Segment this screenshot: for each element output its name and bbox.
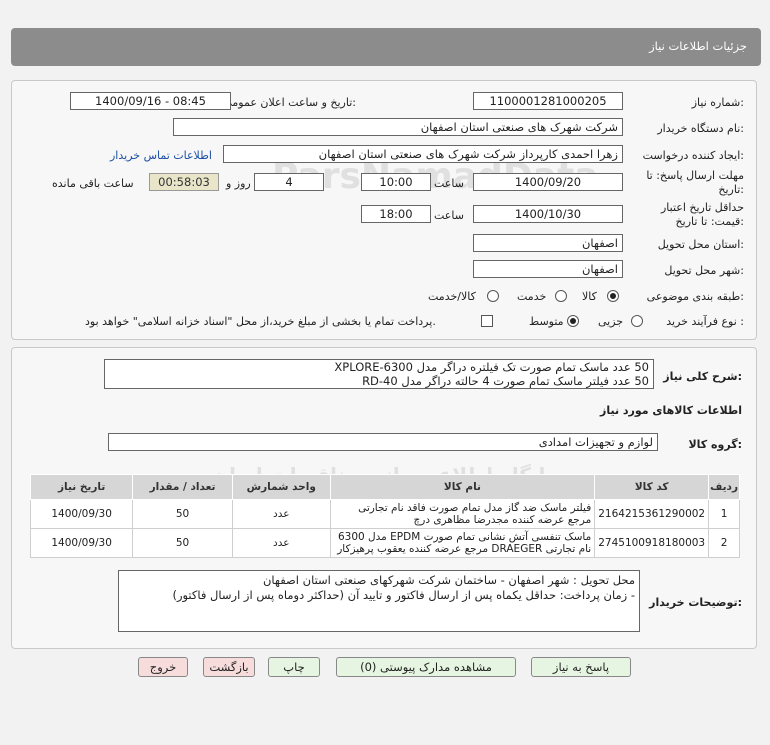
category-label: طبقه بندی موضوعی: (646, 290, 744, 303)
payment-note: پرداخت تمام یا بخشی از مبلغ خرید،از محل … (85, 315, 436, 328)
announce-label: تاریخ و ساعت اعلان عمومی: (223, 96, 356, 109)
cell-date: 1400/09/30 (29, 499, 134, 529)
cell-unit: عدد (231, 499, 331, 529)
buyer-org-label: نام دستگاه خریدار: (657, 122, 744, 135)
remaining-timer: 00:58:03 (149, 173, 219, 191)
creator-label: ایجاد کننده درخواست: (642, 149, 744, 162)
cell-idx: 1 (708, 499, 740, 529)
process-radio-medium[interactable] (567, 315, 579, 327)
page-header: جزئیات اطلاعات نیاز (11, 28, 761, 66)
summary-line-1: 50 عدد ماسک تمام صورت تک فیلتره دراگر مد… (334, 360, 649, 374)
attachments-button[interactable]: مشاهده مدارک پیوستی (0) (336, 657, 516, 677)
col-header-code: کد کالا (594, 474, 710, 500)
summary-line-2: 50 عدد فیلتر ماسک تمام صورت 4 حالته دراگ… (362, 374, 649, 388)
goods-table: ردیف کد کالا نام کالا واحد شمارش تعداد /… (29, 474, 740, 558)
remaining-label: ساعت باقی مانده (52, 177, 134, 190)
buyer-notes-line-1: محل تحویل : شهر اصفهان - ساختمان شرکت شه… (262, 573, 635, 587)
validity-date-field: 1400/10/30 (473, 205, 623, 223)
buyer-notes-line-2: - زمان پرداخت: حداقل یکماه پس از ارسال ف… (172, 588, 635, 602)
treasury-payment-checkbox[interactable] (481, 315, 493, 327)
goods-info-title: اطلاعات کالاهای مورد نیاز (600, 404, 742, 417)
col-header-unit: واحد شمارش (231, 474, 331, 500)
table-row[interactable]: 1 2164215361290002 فیلتر ماسک ضد گاز مدل… (29, 499, 740, 529)
reply-button[interactable]: پاسخ به نیاز (531, 657, 631, 677)
goods-group-label: گروه کالا: (688, 438, 742, 451)
col-header-qty: تعداد / مقدار (132, 474, 233, 500)
validity-label-1: حداقل تاریخ اعتبار (660, 201, 744, 214)
validity-time-label: ساعت (434, 209, 464, 222)
cell-code: 2164215361290002 (594, 499, 710, 529)
table-row[interactable]: 2 2745100918180003 ماسک تنفسی آتش نشانی … (29, 528, 740, 558)
process-option-medium: متوسط (529, 315, 564, 328)
category-option-goods: کالا (582, 290, 597, 303)
validity-time-field: 18:00 (361, 205, 431, 223)
process-label: نوع فرآیند خرید : (666, 315, 744, 328)
province-label: استان محل تحویل: (657, 238, 744, 251)
summary-label: شرح کلی نیاز: (663, 370, 742, 383)
cell-name: فیلتر ماسک ضد گاز مدل تمام صورت فاقد نام… (329, 499, 596, 529)
days-label: روز و (226, 177, 251, 190)
page-title: جزئیات اطلاعات نیاز (649, 39, 747, 53)
deadline-time-field: 10:00 (361, 173, 431, 191)
buyer-org-field: شرکت شهرک های صنعتی استان اصفهان (173, 118, 623, 136)
col-header-name: نام کالا (329, 474, 596, 500)
buyer-notes-box: محل تحویل : شهر اصفهان - ساختمان شرکت شه… (118, 570, 640, 632)
need-number-label: شماره نیاز: (691, 96, 744, 109)
category-option-service: خدمت (517, 290, 547, 303)
cell-unit: عدد (231, 528, 331, 558)
cell-name: ماسک تنفسی آتش نشانی تمام صورت EPDM مدل … (329, 528, 596, 558)
info-panel: ParsNamadData شماره نیاز: 11000012810002… (11, 80, 757, 340)
process-radio-minor[interactable] (631, 315, 643, 327)
table-header-row: ردیف کد کالا نام کالا واحد شمارش تعداد /… (29, 474, 740, 500)
back-button[interactable]: بازگشت (203, 657, 255, 677)
category-radio-service[interactable] (555, 290, 567, 302)
category-radio-goods[interactable] (607, 290, 619, 302)
days-field: 4 (254, 173, 324, 191)
col-header-idx: ردیف (708, 474, 740, 500)
col-header-date: تاریخ نیاز (29, 474, 134, 500)
contact-buyer-link[interactable]: اطلاعات تماس خریدار (110, 149, 212, 162)
exit-button[interactable]: خروج (138, 657, 188, 677)
deadline-time-label: ساعت (434, 177, 464, 190)
need-number-field: 1100001281000205 (473, 92, 623, 110)
process-option-minor: جزیی (598, 315, 624, 328)
cell-qty: 50 (132, 528, 233, 558)
city-field: اصفهان (473, 260, 623, 278)
summary-box: 50 عدد ماسک تمام صورت تک فیلتره دراگر مد… (104, 359, 654, 389)
cell-qty: 50 (132, 499, 233, 529)
creator-field: زهرا احمدی کارپرداز شرکت شهرک های صنعتی … (223, 145, 623, 163)
province-field: اصفهان (473, 234, 623, 252)
cell-idx: 2 (708, 528, 740, 558)
deadline-label-1: مهلت ارسال پاسخ: تا (646, 169, 744, 182)
cell-date: 1400/09/30 (29, 528, 134, 558)
announce-field: 1400/09/16 - 08:45 (70, 92, 231, 110)
buyer-notes-label: توضیحات خریدار: (649, 596, 742, 609)
deadline-date-field: 1400/09/20 (473, 173, 623, 191)
category-option-both: کالا/خدمت (428, 290, 476, 303)
validity-label-2: قیمت: تا تاریخ: (675, 215, 744, 228)
cell-code: 2745100918180003 (594, 528, 710, 558)
deadline-label-2: تاریخ: (718, 183, 744, 196)
print-button[interactable]: چاپ (268, 657, 320, 677)
goods-group-field: لوازم و تجهیزات امدادی (108, 433, 658, 451)
category-radio-both[interactable] (487, 290, 499, 302)
city-label: شهر محل تحویل: (664, 264, 744, 277)
